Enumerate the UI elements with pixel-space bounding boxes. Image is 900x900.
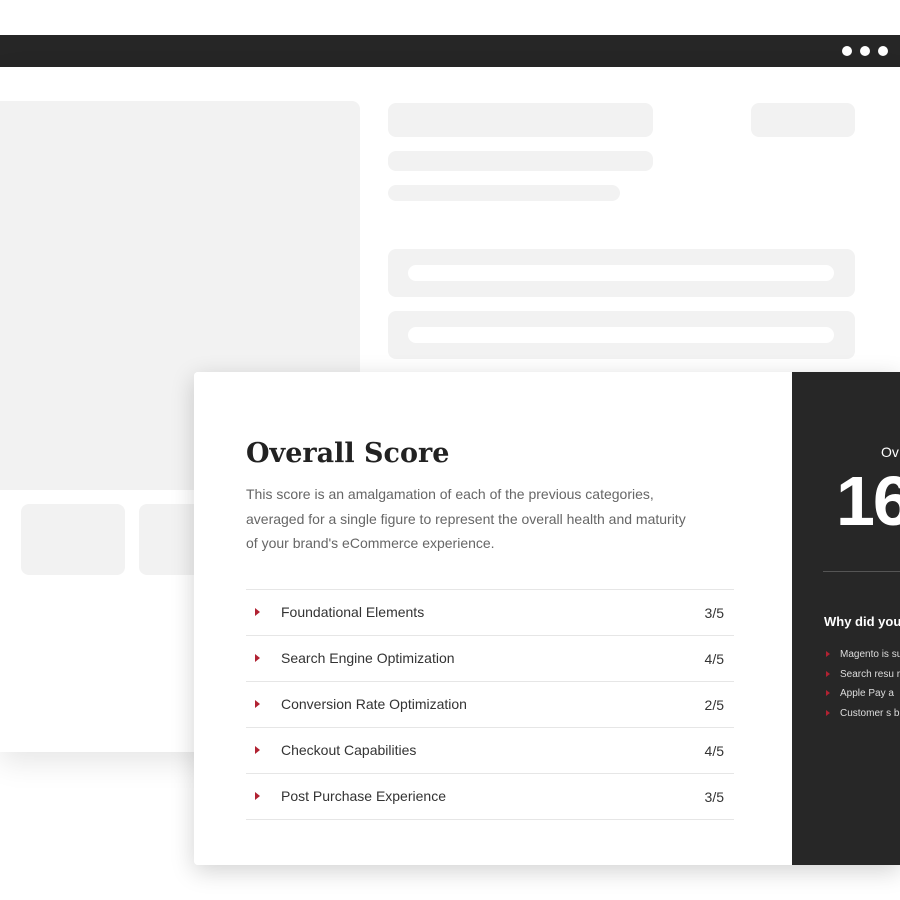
dot-icon [860,46,870,56]
score-row-checkout-capabilities[interactable]: Checkout Capabilities 4/5 [246,728,734,774]
category-score: 4/5 [704,743,724,759]
category-label: Foundational Elements [281,604,425,620]
dot-icon [842,46,852,56]
category-score: 3/5 [704,605,724,621]
overall-score-value: 16 [836,462,900,540]
caret-right-icon [255,654,260,662]
summary-divider [823,571,900,572]
category-label: Conversion Rate Optimization [281,696,467,712]
text-line-placeholder [388,151,653,171]
score-row-search-engine-optimization[interactable]: Search Engine Optimization 4/5 [246,636,734,682]
overall-score-description: This score is an amalgamation of each of… [246,486,686,551]
overall-score-card: Overall Score This score is an amalgamat… [194,372,900,865]
caret-right-icon [255,746,260,754]
category-score: 4/5 [704,651,724,667]
category-score: 3/5 [704,789,724,805]
score-row-foundational-elements[interactable]: Foundational Elements 3/5 [246,590,734,636]
thumbnail-placeholder [21,504,125,575]
caret-right-icon [255,792,260,800]
button-placeholder [751,103,855,137]
score-summary-panel: Ov 16 Why did you Magento is support (v2… [792,372,900,865]
why-heading: Why did you [824,614,900,629]
title-placeholder [388,103,653,137]
category-label: Checkout Capabilities [281,742,417,758]
caret-right-icon [255,700,260,708]
overall-score-title: Overall Score [246,438,450,469]
window-menu-dots[interactable] [842,46,888,56]
browser-top-bar [0,35,900,67]
text-line-placeholder [388,185,620,201]
score-details-panel: Overall Score This score is an amalgamat… [194,372,792,865]
category-label: Search Engine Optimization [281,650,455,666]
input-inner-line [408,327,834,343]
score-row-conversion-rate-optimization[interactable]: Conversion Rate Optimization 2/5 [246,682,734,728]
input-placeholder [388,311,855,359]
score-row-post-purchase-experience[interactable]: Post Purchase Experience 3/5 [246,774,734,820]
caret-right-icon [255,608,260,616]
reason-list: Magento is support (v2 Search resu relat… [824,645,900,723]
reason-item: Search resu related prod [824,665,900,685]
reason-item: Customer s between 3 s [824,704,900,724]
category-score-list: Foundational Elements 3/5 Search Engine … [246,589,734,820]
category-label: Post Purchase Experience [281,788,446,804]
dot-icon [878,46,888,56]
input-placeholder [388,249,855,297]
reason-item: Apple Pay a [824,684,900,704]
input-inner-line [408,265,834,281]
reason-item: Magento is support (v2 [824,645,900,665]
category-score: 2/5 [704,697,724,713]
